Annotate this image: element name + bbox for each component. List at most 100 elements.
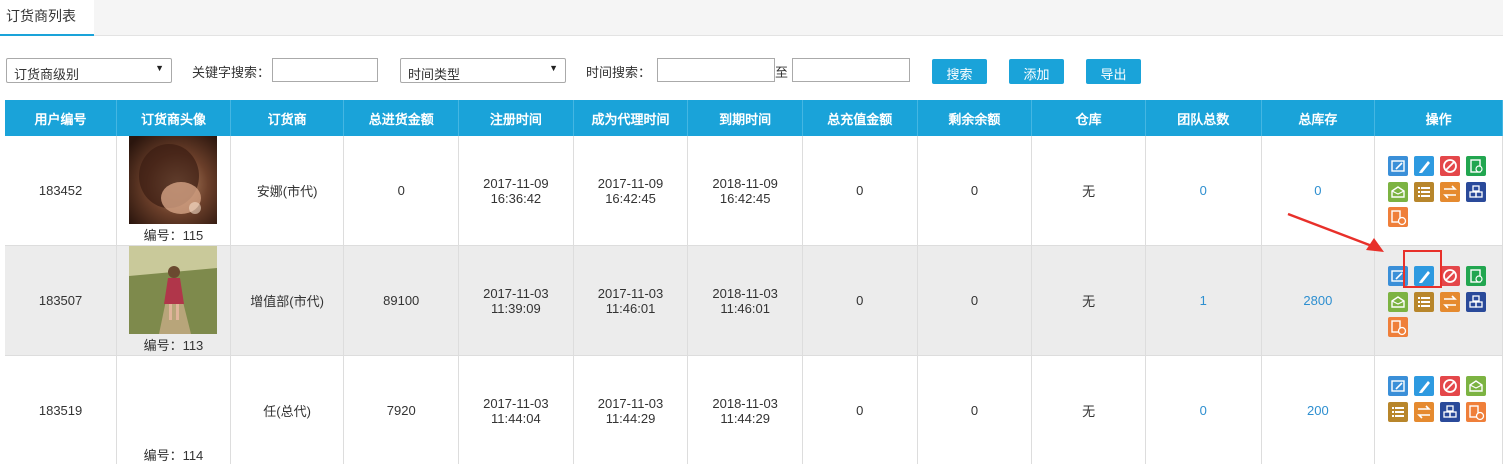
reg-clock: 11:44:04 bbox=[491, 410, 541, 426]
agent-clock: 11:44:29 bbox=[605, 410, 656, 426]
cell-dealer-name: 任(总代) bbox=[230, 355, 345, 464]
boxes-icon[interactable] bbox=[1465, 291, 1486, 312]
keyword-label: 关键字搜索： bbox=[192, 65, 271, 80]
cell-dealer-name: 增值部(市代) bbox=[230, 245, 345, 356]
cell-reg-time: 2017-11-09 16:36:42 bbox=[458, 136, 574, 246]
ban-icon[interactable] bbox=[1439, 265, 1460, 286]
cell-actions bbox=[1374, 355, 1503, 464]
header-avatar: 订货商头像 bbox=[116, 100, 231, 136]
agent-clock: 16:42:45 bbox=[605, 190, 656, 206]
export-button[interactable]: 导出 bbox=[1086, 59, 1141, 84]
cell-user-id: 183519 bbox=[5, 355, 118, 464]
reg-date: 2017-11-03 bbox=[483, 395, 549, 411]
header-agent-time: 成为代理时间 bbox=[573, 100, 689, 136]
cell-total-purchase: 7920 bbox=[343, 355, 460, 464]
document-settings-icon[interactable] bbox=[1465, 155, 1486, 176]
cell-total-stock[interactable]: 200 bbox=[1261, 355, 1376, 464]
transfer-icon[interactable] bbox=[1439, 181, 1460, 202]
header-warehouse: 仓库 bbox=[1031, 100, 1146, 136]
envelope-icon[interactable] bbox=[1387, 181, 1408, 202]
avatar-number: 编号：114 bbox=[143, 448, 204, 463]
document-clock-icon[interactable] bbox=[1465, 401, 1486, 422]
transfer-icon[interactable] bbox=[1413, 401, 1434, 422]
cell-reg-time: 2017-11-03 11:39:09 bbox=[458, 245, 574, 356]
cell-total-recharge: 0 bbox=[802, 136, 918, 246]
cell-total-recharge: 0 bbox=[802, 355, 918, 464]
agent-clock: 11:46:01 bbox=[605, 300, 656, 316]
header-total-recharge: 总充值金额 bbox=[802, 100, 918, 136]
transfer-icon[interactable] bbox=[1439, 291, 1460, 312]
cell-avatar: 编号：115 bbox=[116, 136, 231, 246]
highlight-box bbox=[1403, 250, 1442, 288]
header-actions: 操作 bbox=[1374, 100, 1503, 136]
cell-expire-time: 2018-11-03 11:46:01 bbox=[687, 245, 803, 356]
cell-user-id: 183507 bbox=[5, 245, 118, 356]
ban-icon[interactable] bbox=[1439, 375, 1460, 396]
avatar-number: 编号：113 bbox=[143, 338, 204, 353]
avatar-number: 编号：115 bbox=[143, 228, 204, 243]
envelope-icon[interactable] bbox=[1387, 291, 1408, 312]
search-button[interactable]: 搜索 bbox=[932, 59, 987, 84]
edit-icon[interactable] bbox=[1387, 375, 1408, 396]
header-balance: 剩余余额 bbox=[917, 100, 1033, 136]
cell-total-recharge: 0 bbox=[802, 245, 918, 356]
reg-date: 2017-11-09 bbox=[483, 175, 549, 191]
table-row: 183452 编号：115 安娜(市代) 0 2017-11-09 16:36:42 201… bbox=[5, 136, 1503, 246]
edit-icon[interactable] bbox=[1387, 155, 1408, 176]
keyword-input[interactable] bbox=[272, 58, 378, 82]
agent-date: 2017-11-09 bbox=[597, 175, 664, 191]
to-label: 至 bbox=[775, 65, 789, 80]
avatar-photo bbox=[129, 136, 218, 224]
pencil-icon[interactable] bbox=[1413, 155, 1434, 176]
cell-balance: 0 bbox=[917, 245, 1033, 356]
table-row: 183507 编号：113 增值部(市代) 89100 2017-11-03 11:39:… bbox=[5, 245, 1503, 356]
cell-warehouse: 无 bbox=[1031, 136, 1146, 246]
agent-date: 2017-11-03 bbox=[597, 395, 664, 411]
chevron-down-icon: ▼ bbox=[155, 63, 164, 73]
cell-agent-time: 2017-11-03 11:44:29 bbox=[573, 355, 689, 464]
cell-user-id: 183452 bbox=[5, 136, 118, 246]
cell-team-total[interactable]: 1 bbox=[1145, 245, 1262, 356]
action-buttons bbox=[1383, 151, 1495, 231]
chevron-down-icon: ▼ bbox=[549, 63, 558, 73]
document-clock-icon[interactable] bbox=[1387, 206, 1408, 227]
expire-clock: 16:42:45 bbox=[719, 190, 771, 206]
filter-toolbar: 订货商级别 ▼ 关键字搜索： 时间类型 ▼ 时间搜索： 至 搜索 添加 导出 bbox=[0, 36, 1503, 100]
time-from-input[interactable] bbox=[657, 58, 775, 82]
envelope-icon[interactable] bbox=[1465, 375, 1486, 396]
avatar-photo bbox=[129, 246, 218, 334]
cell-agent-time: 2017-11-09 16:42:45 bbox=[573, 136, 689, 246]
time-to-input[interactable] bbox=[792, 58, 910, 82]
time-search-label: 时间搜索： bbox=[586, 65, 652, 80]
time-type-value: 时间类型 bbox=[408, 67, 461, 82]
document-clock-icon[interactable] bbox=[1387, 316, 1408, 337]
add-button[interactable]: 添加 bbox=[1009, 59, 1064, 84]
dealer-table: 用户编号 订货商头像 订货商 总进货金额 注册时间 成为代理时间 到期时间 总充… bbox=[5, 100, 1503, 464]
tab-dealer-list[interactable]: 订货商列表 bbox=[0, 0, 94, 36]
list-icon[interactable] bbox=[1413, 291, 1434, 312]
cell-team-total[interactable]: 0 bbox=[1145, 136, 1262, 246]
ban-icon[interactable] bbox=[1439, 155, 1460, 176]
cell-team-total[interactable]: 0 bbox=[1145, 355, 1262, 464]
document-settings-icon[interactable] bbox=[1465, 265, 1486, 286]
cell-actions bbox=[1374, 136, 1503, 246]
cell-avatar: 编号：113 bbox=[116, 245, 231, 356]
cell-total-purchase: 0 bbox=[343, 136, 460, 246]
dealer-level-select[interactable]: 订货商级别 ▼ bbox=[6, 58, 172, 83]
list-icon[interactable] bbox=[1413, 181, 1434, 202]
cell-total-stock[interactable]: 2800 bbox=[1261, 245, 1376, 356]
pencil-icon[interactable] bbox=[1413, 375, 1434, 396]
cell-avatar: 编号：114 bbox=[116, 355, 231, 464]
cell-warehouse: 无 bbox=[1031, 355, 1146, 464]
boxes-icon[interactable] bbox=[1465, 181, 1486, 202]
cell-dealer-name: 安娜(市代) bbox=[230, 136, 345, 246]
list-icon[interactable] bbox=[1387, 401, 1408, 422]
expire-date: 2018-11-03 bbox=[712, 395, 778, 411]
boxes-icon[interactable] bbox=[1439, 401, 1460, 422]
header-dealer: 订货商 bbox=[230, 100, 345, 136]
expire-clock: 11:46:01 bbox=[720, 300, 770, 316]
header-user-id: 用户编号 bbox=[5, 100, 118, 136]
time-type-select[interactable]: 时间类型 ▼ bbox=[400, 58, 566, 83]
cell-warehouse: 无 bbox=[1031, 245, 1146, 356]
expire-date: 2018-11-09 bbox=[712, 175, 778, 191]
